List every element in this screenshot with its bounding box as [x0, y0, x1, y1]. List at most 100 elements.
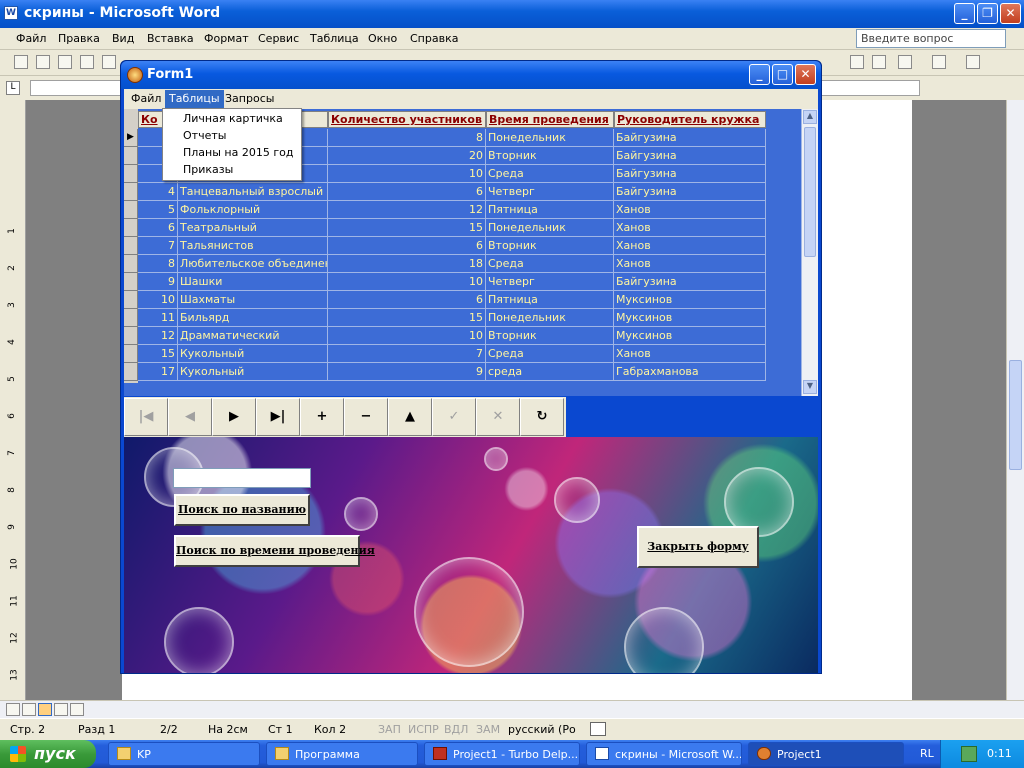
- cell-count[interactable]: 20: [328, 147, 486, 165]
- print-icon[interactable]: [102, 55, 116, 69]
- menu-item-orders[interactable]: Приказы: [183, 163, 233, 176]
- row-indicator[interactable]: [124, 273, 138, 291]
- borders-icon[interactable]: [898, 55, 912, 69]
- word-close-button[interactable]: ✕: [1000, 3, 1021, 24]
- row-indicator[interactable]: [124, 291, 138, 309]
- cell-leader[interactable]: Муксинов: [614, 327, 766, 345]
- cell-leader[interactable]: Муксинов: [614, 291, 766, 309]
- word-menu-format[interactable]: Формат: [204, 32, 249, 45]
- cell-name[interactable]: Бильярд: [178, 309, 328, 327]
- cell-name[interactable]: Кукольный: [178, 363, 328, 381]
- normal-view-icon[interactable]: [6, 703, 20, 716]
- row-indicator[interactable]: ▶: [124, 129, 138, 147]
- cell-leader[interactable]: Байгузина: [614, 165, 766, 183]
- task-project1[interactable]: Project1: [748, 742, 904, 766]
- cell-day[interactable]: среда: [486, 363, 614, 381]
- cell-count[interactable]: 10: [328, 165, 486, 183]
- task-turbo-delphi[interactable]: Project1 - Turbo Delp...: [424, 742, 580, 766]
- row-indicator[interactable]: [124, 219, 138, 237]
- grid-header-time[interactable]: Время проведения: [486, 111, 614, 128]
- cell-id[interactable]: 6: [138, 219, 178, 237]
- form1-minimize-button[interactable]: _: [749, 64, 770, 85]
- table-row[interactable]: 8Любительское объединение18СредаХанов: [138, 255, 766, 273]
- search-by-time-button[interactable]: Поиск по времени проведения: [174, 535, 375, 567]
- cell-leader[interactable]: Ханов: [614, 219, 766, 237]
- cell-id[interactable]: 12: [138, 327, 178, 345]
- cell-id[interactable]: 8: [138, 255, 178, 273]
- word-menu-help[interactable]: Справка: [410, 32, 458, 45]
- scroll-thumb[interactable]: [1009, 360, 1022, 470]
- cell-id[interactable]: 5: [138, 201, 178, 219]
- table-row[interactable]: 5 Фольклорный 12 Пятница Ханов: [138, 201, 766, 219]
- row-indicator[interactable]: [124, 363, 138, 381]
- table-row[interactable]: 17 Кукольный 9 среда Габрахманова: [138, 363, 766, 381]
- cell-count[interactable]: 6: [328, 291, 486, 309]
- word-vertical-scrollbar[interactable]: [1006, 100, 1024, 700]
- status-ovr[interactable]: ЗАМ: [476, 723, 500, 736]
- row-indicator[interactable]: [124, 237, 138, 255]
- menu-item-personal-card[interactable]: Личная картичка: [183, 112, 283, 125]
- align-justify-icon[interactable]: [850, 55, 864, 69]
- form1-menu-tables[interactable]: Таблицы: [165, 90, 224, 108]
- status-ext[interactable]: ВДЛ: [444, 723, 468, 736]
- cell-day[interactable]: Среда: [486, 255, 614, 273]
- word-menu-view[interactable]: Вид: [112, 32, 134, 45]
- cell-day[interactable]: Среда: [486, 165, 614, 183]
- word-menu-file[interactable]: Файл: [16, 32, 46, 45]
- cell-day[interactable]: Вторник: [486, 237, 614, 255]
- cell-day[interactable]: Пятница: [486, 201, 614, 219]
- cell-name[interactable]: Шахматы: [178, 291, 328, 309]
- search-input[interactable]: [173, 468, 311, 488]
- status-trk[interactable]: ИСПР: [408, 723, 439, 736]
- nav-delete-button[interactable]: −: [344, 398, 388, 436]
- cell-count[interactable]: 8: [328, 129, 486, 147]
- table-row[interactable]: 15 Кукольный 7 Среда Ханов: [138, 345, 766, 363]
- cell-leader[interactable]: Байгузина: [614, 273, 766, 291]
- cell-leader[interactable]: Ханов: [614, 255, 766, 273]
- cell-leader[interactable]: Ханов: [614, 201, 766, 219]
- cell-count[interactable]: 15: [328, 309, 486, 327]
- cell-name[interactable]: Танцевальный взрослый: [178, 183, 328, 201]
- row-indicator[interactable]: [124, 147, 138, 165]
- menu-item-reports[interactable]: Отчеты: [183, 129, 226, 142]
- cell-id[interactable]: 7: [138, 237, 178, 255]
- row-indicator[interactable]: [124, 309, 138, 327]
- word-menu-insert[interactable]: Вставка: [147, 32, 194, 45]
- outline-view-icon[interactable]: [54, 703, 68, 716]
- nav-insert-button[interactable]: +: [300, 398, 344, 436]
- tab-stop-selector[interactable]: L: [6, 81, 20, 95]
- table-row[interactable]: 12 Драмматический 10 Вторник Муксинов: [138, 327, 766, 345]
- grid-header-count[interactable]: Количество участников: [328, 111, 486, 128]
- table-row[interactable]: 6 Театральный 15 Понедельник Ханов: [138, 219, 766, 237]
- cell-id[interactable]: 11: [138, 309, 178, 327]
- nav-refresh-button[interactable]: ↻: [520, 398, 564, 436]
- word-restore-button[interactable]: ❐: [977, 3, 998, 24]
- clock[interactable]: 0:11: [987, 747, 1012, 760]
- word-menu-table[interactable]: Таблица: [310, 32, 359, 45]
- start-button[interactable]: пуск: [0, 740, 96, 768]
- bullets-icon[interactable]: [872, 55, 886, 69]
- cell-day[interactable]: Понедельник: [486, 219, 614, 237]
- language-indicator[interactable]: RL: [920, 747, 934, 760]
- search-by-name-button[interactable]: Поиск по названию: [174, 494, 310, 526]
- scroll-down-icon[interactable]: ▼: [803, 380, 817, 394]
- cell-count[interactable]: 6: [328, 237, 486, 255]
- word-menu-edit[interactable]: Правка: [58, 32, 100, 45]
- cell-name[interactable]: Любительское объединение: [178, 255, 328, 273]
- font-color-icon[interactable]: [966, 55, 980, 69]
- nav-first-button[interactable]: |◀: [124, 398, 168, 436]
- cell-day[interactable]: Понедельник: [486, 129, 614, 147]
- task-programma[interactable]: Программа: [266, 742, 418, 766]
- form1-maximize-button[interactable]: □: [772, 64, 793, 85]
- nav-last-button[interactable]: ▶|: [256, 398, 300, 436]
- cell-leader[interactable]: Муксинов: [614, 309, 766, 327]
- cell-count[interactable]: 10: [328, 273, 486, 291]
- word-help-search-input[interactable]: Введите вопрос: [856, 29, 1006, 48]
- form1-close-button[interactable]: ✕: [795, 64, 816, 85]
- word-menu-window[interactable]: Окно: [368, 32, 397, 45]
- network-icon[interactable]: [961, 746, 977, 762]
- cell-count[interactable]: 10: [328, 327, 486, 345]
- table-row[interactable]: 10 Шахматы 6 Пятница Муксинов: [138, 291, 766, 309]
- nav-next-button[interactable]: ▶: [212, 398, 256, 436]
- grid-scroll-thumb[interactable]: [804, 127, 816, 257]
